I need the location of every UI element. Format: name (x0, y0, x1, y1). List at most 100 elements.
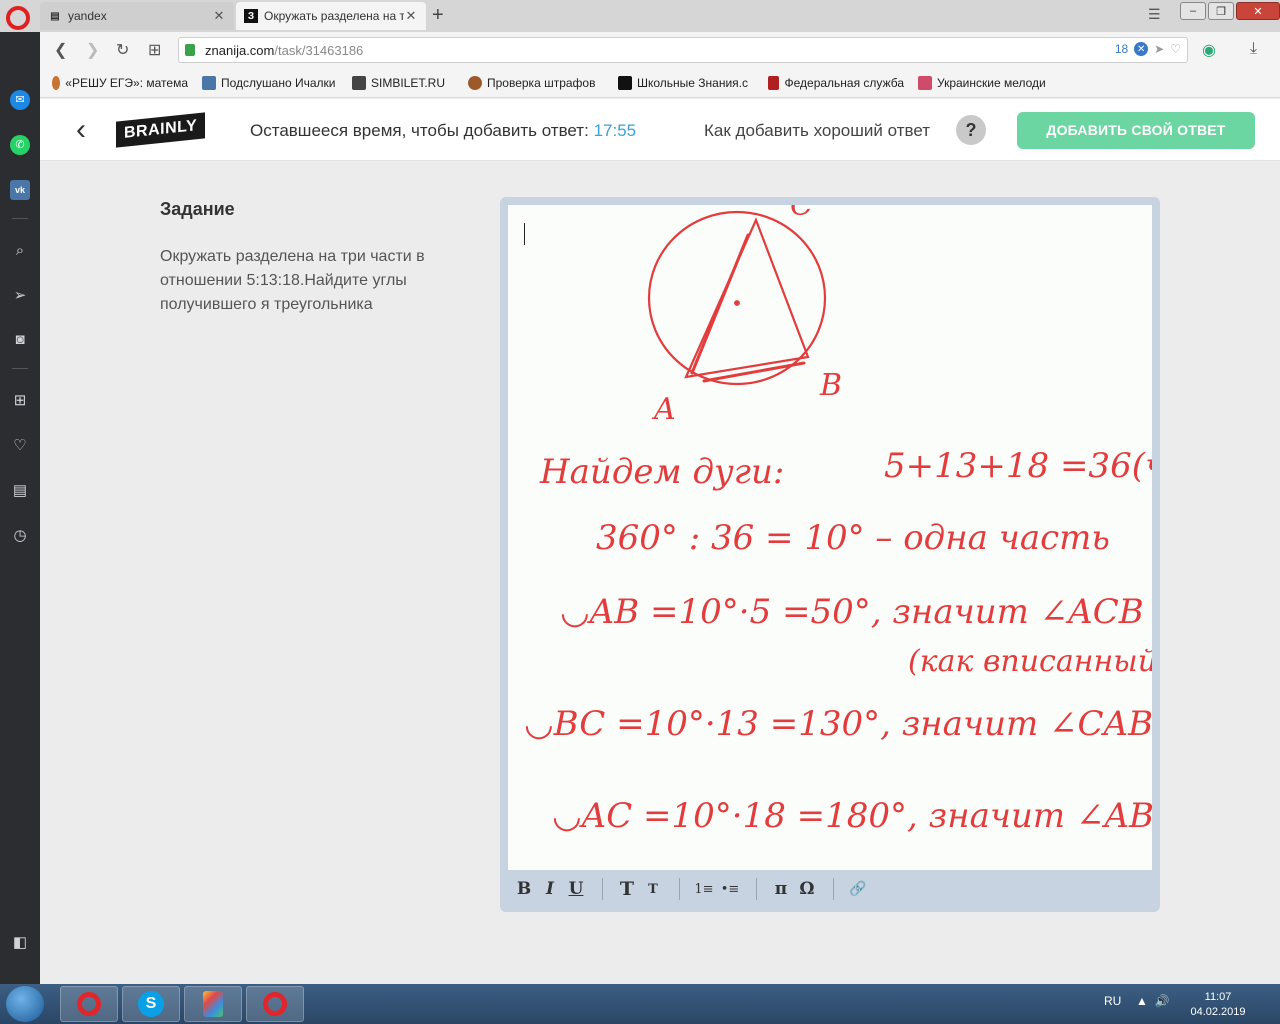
language-indicator[interactable]: RU (1104, 994, 1121, 1008)
heart-icon[interactable]: ♡ (10, 436, 30, 456)
vk-icon (202, 75, 216, 90)
address-bar[interactable]: znanija.com /task/31463186 18 ✕ ➤ ♡ (178, 37, 1188, 63)
speed-dial-icon[interactable]: ⊞ (10, 391, 30, 411)
whatsapp-icon[interactable]: ✆ (10, 135, 30, 155)
close-tab-icon[interactable]: ✕ (212, 8, 226, 24)
tab-title: Окружать разделена на т (264, 9, 404, 23)
underline-button[interactable]: U (564, 879, 588, 899)
volume-icon[interactable]: 🔊 (1155, 994, 1170, 1008)
main-content: Задание Окружать разделена на три части … (40, 161, 1280, 984)
camera-icon[interactable]: ◙ (10, 330, 30, 350)
page-icon: ▤ (50, 10, 60, 22)
federal-service-icon (768, 75, 780, 90)
hw-line-2: 360° : 36 = 10° – одна часть (596, 518, 1110, 558)
taskbar-opera-2[interactable] (246, 986, 304, 1022)
divider (12, 368, 28, 369)
add-answer-button[interactable]: ДОБАВИТЬ СВОЙ ОТВЕТ (1017, 112, 1255, 149)
timer-label: Оставшееся время, чтобы добавить ответ: (250, 121, 589, 140)
triangle-bold-stroke (690, 233, 806, 383)
windows-taskbar: S RU ▲ 🔊 11:07 04.02.2019 (0, 984, 1280, 1024)
clock[interactable]: 11:07 04.02.2019 (1186, 990, 1250, 1020)
answer-canvas[interactable]: C A B Найдем дуги: 5+13+18 =36(частей) 3… (508, 205, 1152, 870)
reload-icon[interactable]: ↻ (116, 40, 129, 60)
sidebar-toggle-icon[interactable]: ◧ (10, 933, 30, 953)
vk-icon[interactable]: vk (10, 180, 30, 200)
back-chevron-icon[interactable]: ‹ (76, 113, 86, 147)
window-controls: – ❐ ✕ (1180, 2, 1280, 20)
bookmark-item[interactable]: SIMBILET.RU (352, 75, 454, 90)
bold-button[interactable]: B (512, 879, 536, 899)
divider (756, 878, 757, 900)
italic-button[interactable]: I (538, 879, 562, 899)
ordered-list-button[interactable]: 1≡ (692, 882, 716, 897)
hw-line-1b: 5+13+18 =36(частей) (884, 446, 1152, 486)
history-icon[interactable]: ◷ (10, 526, 30, 546)
reshu-ege-icon (52, 75, 61, 90)
clock-time: 11:07 (1204, 991, 1232, 1003)
vpn-icon[interactable]: ◉ (1202, 40, 1216, 60)
tray-arrow-icon[interactable]: ▲ (1136, 994, 1148, 1008)
heading-large-button[interactable]: T (615, 878, 639, 900)
minimize-icon[interactable]: – (1180, 2, 1206, 20)
speed-dial-icon[interactable]: ⊞ (148, 40, 161, 60)
clock-date: 04.02.2019 (1190, 1006, 1246, 1018)
adblock-icon[interactable]: ✕ (1134, 42, 1149, 56)
help-icon[interactable]: ? (956, 115, 986, 145)
attach-icon[interactable]: 🔗 (846, 881, 870, 897)
tab-menu-icon[interactable]: ☰ (1148, 6, 1161, 23)
divider (833, 878, 834, 900)
triangle-drawing (684, 217, 810, 379)
tab-yandex[interactable]: ▤ yandex ✕ (40, 2, 234, 30)
tab-znanija[interactable]: З Окружать разделена на т ✕ (236, 2, 426, 30)
start-button-icon[interactable] (6, 986, 44, 1022)
close-window-icon[interactable]: ✕ (1236, 2, 1280, 20)
messenger-icon[interactable]: ✉ (10, 90, 30, 110)
search-icon[interactable]: ⌕ (10, 241, 30, 261)
tray-icons: ▲ 🔊 (1136, 994, 1170, 1008)
divider (679, 878, 680, 900)
bookmark-item[interactable]: Проверка штрафов (468, 75, 604, 90)
opera-menu-icon[interactable] (6, 6, 30, 30)
taskbar-opera[interactable] (60, 986, 118, 1022)
maximize-icon[interactable]: ❐ (1208, 2, 1234, 20)
howto-link[interactable]: Как добавить хороший ответ (704, 121, 930, 141)
bookmark-item[interactable]: Украинские мелоди (918, 75, 1054, 90)
bookmark-label: SIMBILET.RU (371, 75, 446, 90)
brainly-logo[interactable]: BRAINLY (116, 112, 206, 148)
taskbar-skype[interactable]: S (122, 986, 180, 1022)
address-actions: 18 ✕ ➤ ♡ (1115, 42, 1181, 56)
skype-icon: S (138, 991, 164, 1017)
bookmark-item[interactable]: Федеральная служба (768, 75, 904, 90)
back-icon[interactable]: ❮ (54, 40, 67, 60)
forward-icon[interactable]: ❯ (86, 40, 99, 60)
bookmark-label: «РЕШУ ЕГЭ»: матема (65, 75, 188, 90)
new-tab-icon[interactable]: + (432, 4, 444, 27)
unordered-list-button[interactable]: •≡ (718, 882, 742, 897)
pi-button[interactable]: π (769, 879, 793, 899)
heart-icon[interactable]: ♡ (1170, 42, 1181, 56)
news-icon[interactable]: ▤ (10, 481, 30, 501)
heading-small-button[interactable]: T (641, 882, 665, 897)
omega-button[interactable]: Ω (795, 879, 819, 899)
timer-value: 17:55 (593, 121, 637, 140)
handwritten-solution: C A B Найдем дуги: 5+13+18 =36(частей) 3… (524, 205, 1152, 836)
opera-icon (77, 992, 101, 1016)
send-icon[interactable]: ➤ (1154, 42, 1164, 56)
bookmark-item[interactable]: Школьные Знания.c (618, 75, 754, 90)
bookmarks-bar: «РЕШУ ЕГЭ»: матема Подслушано Ичалки SIM… (40, 68, 1280, 98)
bookmark-label: Федеральная служба (784, 75, 904, 90)
task-text: Окружать разделена на три части в отноше… (160, 248, 425, 313)
brainly-header: ‹ BRAINLY Оставшееся время, чтобы добави… (40, 99, 1280, 161)
taskbar-paint[interactable] (184, 986, 242, 1022)
hw-line-3b: (как вписанный) (908, 644, 1152, 679)
hw-line-4: ◡BC =10°·13 =130°, значит ∠CAB = 65° (524, 704, 1152, 744)
close-tab-icon[interactable]: ✕ (404, 8, 418, 24)
bookmark-item[interactable]: Подслушано Ичалки (202, 75, 338, 90)
download-icon[interactable]: ⤓ (1250, 40, 1257, 58)
bookmark-label: Подслушано Ичалки (221, 75, 336, 90)
hw-line-1a: Найдем дуги: (539, 452, 784, 492)
answer-editor: C A B Найдем дуги: 5+13+18 =36(частей) 3… (500, 197, 1160, 912)
paint-icon (203, 991, 223, 1017)
bookmark-item[interactable]: «РЕШУ ЕГЭ»: матема (52, 75, 188, 90)
send-icon[interactable]: ➢ (10, 286, 30, 306)
